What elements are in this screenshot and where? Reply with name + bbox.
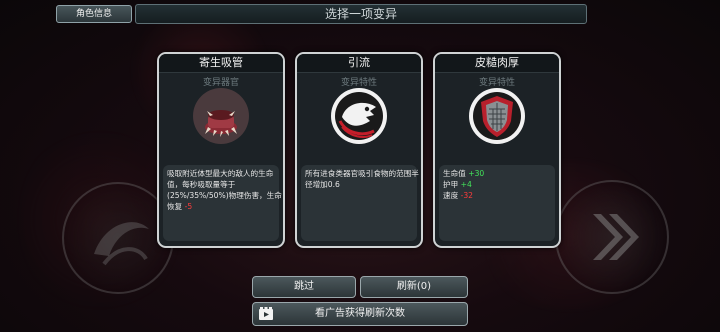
fast-forward-icon (593, 214, 639, 260)
mutation-card-1[interactable]: 寄生吸管 变异器官 吸取附近体型最大的敌人的生命 值，每秒吸取量等于 (25%/… (157, 52, 285, 248)
next-arrow-control[interactable] (555, 180, 669, 294)
stat-line-health: 生命值 +30 (443, 168, 551, 179)
stat-label: 护甲 (443, 180, 461, 189)
watch-ad-label: 看广告获得刷新次数 (315, 308, 405, 319)
card-title: 寄生吸管 (159, 54, 283, 73)
page-title: 选择一项变异 (135, 4, 587, 24)
card-title: 皮糙肉厚 (435, 54, 559, 73)
shield-icon (468, 87, 526, 145)
description-line: 径增加0.6 (305, 180, 340, 189)
stat-value: +4 (460, 180, 472, 189)
stat-value: +30 (468, 169, 485, 178)
mutation-card-3[interactable]: 皮糙肉厚 变异特性 生命值 +30 护甲 +4 速度 -32 (433, 52, 561, 248)
description-line: 吸取附近体型最大的敌人的生命 (167, 169, 274, 178)
description-line: 值，每秒吸取量等于 (167, 180, 236, 189)
card-description: 吸取附近体型最大的敌人的生命 值，每秒吸取量等于 (25%/35%/50%)物理… (163, 165, 282, 241)
parasite-mouth-icon (192, 87, 250, 145)
health-regen-value: -5 (184, 202, 193, 211)
card-description: 所有进食类器官吸引食物的范围半 径增加0.6 (301, 165, 419, 241)
stat-line-speed: 速度 -32 (443, 190, 551, 201)
stat-label: 速度 (443, 191, 461, 200)
claw-icon (94, 222, 149, 266)
description-line: 恢复 -5 (167, 201, 275, 212)
stat-value: -32 (460, 191, 474, 200)
mutation-card-2[interactable]: 引流 变异特性 所有进食类器官吸引食物的范围半 径增加0.6 (295, 52, 423, 248)
refresh-button[interactable]: 刷新(0) (360, 276, 468, 298)
description-line: 所有进食类器官吸引食物的范围半 (305, 169, 419, 178)
description-text: 恢复 (167, 202, 185, 211)
stat-line-armor: 护甲 +4 (443, 179, 551, 190)
description-line: (25%/35%/50%)物理伤害，生命 (167, 191, 282, 200)
skip-button[interactable]: 跳过 (252, 276, 356, 298)
video-icon (259, 307, 273, 320)
stat-label: 生命值 (443, 169, 469, 178)
character-info-button[interactable]: 角色信息 (56, 5, 132, 23)
fish-skull-icon (330, 87, 388, 145)
card-title: 引流 (297, 54, 421, 73)
card-description: 生命值 +30 护甲 +4 速度 -32 (439, 165, 555, 241)
watch-ad-button[interactable]: 看广告获得刷新次数 (252, 302, 468, 326)
